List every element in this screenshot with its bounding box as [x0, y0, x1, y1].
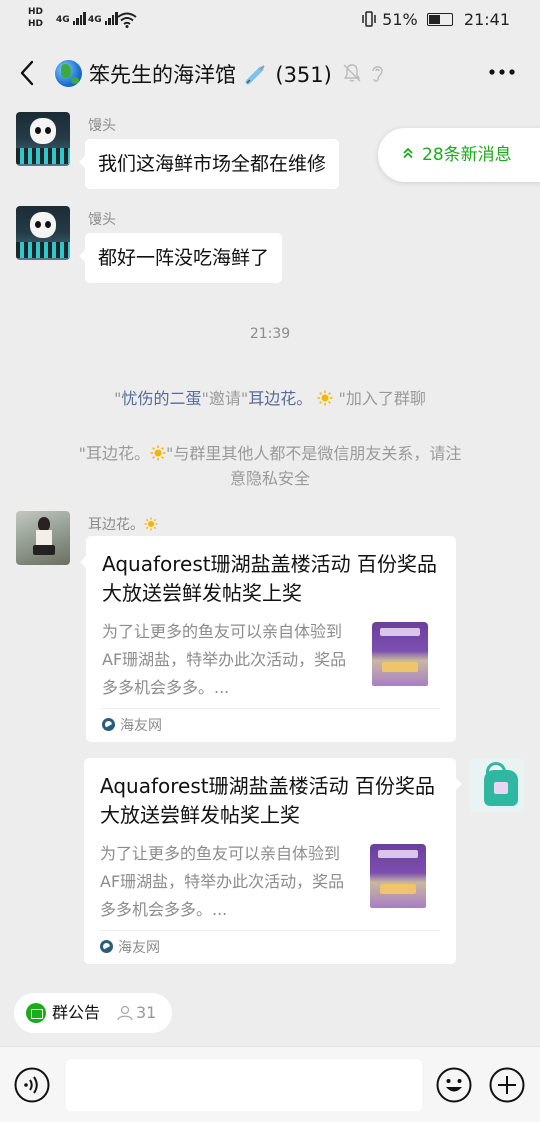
syringe-icon	[245, 65, 265, 85]
quote: "	[114, 389, 122, 408]
link-card[interactable]: Aquaforest珊湖盐盖楼活动 百份奖品大放送尝鲜发帖奖上奖 为了让更多的鱼…	[80, 536, 456, 742]
ear-icon	[372, 66, 383, 82]
notice-text: "与群里其他人都不是微信朋友关系，请注	[166, 444, 462, 463]
person-icon	[117, 1005, 133, 1021]
chat-title: 笨先生的海洋馆 (351)	[89, 59, 332, 89]
group-notice-label: 群公告	[52, 1003, 101, 1022]
source-name: 海友网	[118, 940, 160, 956]
avatar[interactable]	[16, 112, 70, 166]
sender-name-text: 耳边花。	[88, 517, 144, 533]
timestamp: 21:39	[249, 326, 291, 342]
network-type-2: 4G	[88, 15, 102, 25]
sun-icon	[144, 517, 158, 531]
new-messages-button[interactable]: 28条新消息	[378, 128, 540, 182]
new-messages-label: 28条新消息	[422, 145, 512, 165]
network-type-1: 4G	[56, 15, 70, 25]
battery-icon	[426, 13, 453, 26]
message-bubble[interactable]: 我们这海鲜市场全都在维修	[78, 139, 340, 189]
sender-name: 馒头	[88, 212, 116, 228]
voice-icon[interactable]	[14, 1067, 50, 1103]
system-invite-message: "忧伤的二蛋"邀请"耳边花。 "加入了群聊	[30, 386, 510, 411]
notice-text-2: 意隐私安全	[229, 469, 310, 488]
hd-label-1: HD	[28, 7, 44, 17]
inviter-link[interactable]: 忧伤的二蛋	[122, 389, 202, 408]
invitee-link[interactable]: 耳边花。	[248, 389, 312, 408]
signal-1: 4G	[56, 12, 87, 25]
back-icon[interactable]	[18, 60, 36, 86]
double-chevron-up-icon	[403, 147, 413, 159]
message-bubble[interactable]: 都好一阵没吃海鲜了	[78, 233, 283, 283]
site-icon	[100, 940, 113, 953]
chat-title-name: 笨先生的海洋馆	[89, 63, 236, 87]
link-card[interactable]: Aquaforest珊湖盐盖楼活动 百份奖品大放送尝鲜发帖奖上奖 为了让更多的鱼…	[84, 758, 462, 964]
input-bar	[0, 1046, 540, 1122]
member-count-title: (351)	[275, 63, 332, 87]
link-card-title: Aquaforest珊湖盐盖楼活动 百份奖品大放送尝鲜发帖奖上奖	[100, 774, 435, 827]
sun-icon	[150, 445, 166, 461]
avatar[interactable]	[16, 206, 70, 260]
status-right: 51% 21:41	[361, 10, 510, 29]
my-avatar[interactable]	[470, 758, 524, 812]
divider	[100, 930, 440, 931]
hd-indicators: HD HD	[28, 6, 43, 30]
signal-2: 4G	[88, 12, 119, 25]
system-privacy-notice: "耳边花。 "与群里其他人都不是微信朋友关系，请注 意隐私安全	[30, 441, 510, 491]
hd-label-2: HD	[28, 19, 44, 29]
announcement-icon	[26, 1003, 46, 1023]
group-notice-button[interactable]: 群公告 31	[14, 993, 172, 1033]
member-count: 31	[136, 1003, 157, 1022]
site-icon	[102, 718, 115, 731]
globe-icon	[55, 60, 82, 87]
invite-tail: "加入了群聊	[338, 389, 426, 408]
status-bar: HD HD 4G 4G 51% 21:41	[0, 0, 540, 40]
sun-icon	[317, 390, 333, 406]
link-card-description: 为了让更多的鱼友可以亲自体验到AF珊湖盐，特举办此次活动，奖品多多机会多多。..…	[102, 622, 347, 697]
battery-percent: 51%	[382, 10, 418, 29]
link-card-source: 海友网	[102, 716, 162, 736]
divider	[102, 708, 440, 709]
notice-name: "耳边花。	[78, 444, 150, 463]
emoji-icon[interactable]	[436, 1067, 472, 1103]
source-name: 海友网	[120, 718, 162, 734]
mute-icon	[343, 64, 361, 82]
wifi-icon	[117, 12, 137, 28]
signal-bars-icon	[72, 12, 87, 25]
sender-name: 耳边花。	[88, 514, 158, 534]
plus-icon[interactable]	[489, 1067, 525, 1103]
message-input[interactable]	[66, 1059, 422, 1111]
link-card-title: Aquaforest珊湖盐盖楼活动 百份奖品大放送尝鲜发帖奖上奖	[102, 552, 437, 605]
link-card-description: 为了让更多的鱼友可以亲自体验到AF珊湖盐，特举办此次活动，奖品多多机会多多。..…	[100, 844, 345, 919]
clock: 21:41	[463, 10, 510, 29]
invite-text: "邀请"	[201, 389, 249, 408]
link-card-thumbnail	[368, 618, 432, 690]
chat-header: 笨先生的海洋馆 (351)	[0, 40, 540, 106]
link-card-source: 海友网	[100, 938, 160, 958]
avatar[interactable]	[16, 511, 70, 565]
link-card-thumbnail	[366, 840, 430, 912]
more-icon[interactable]	[488, 68, 516, 76]
sender-name: 馒头	[88, 118, 116, 134]
vibrate-icon	[362, 11, 376, 27]
